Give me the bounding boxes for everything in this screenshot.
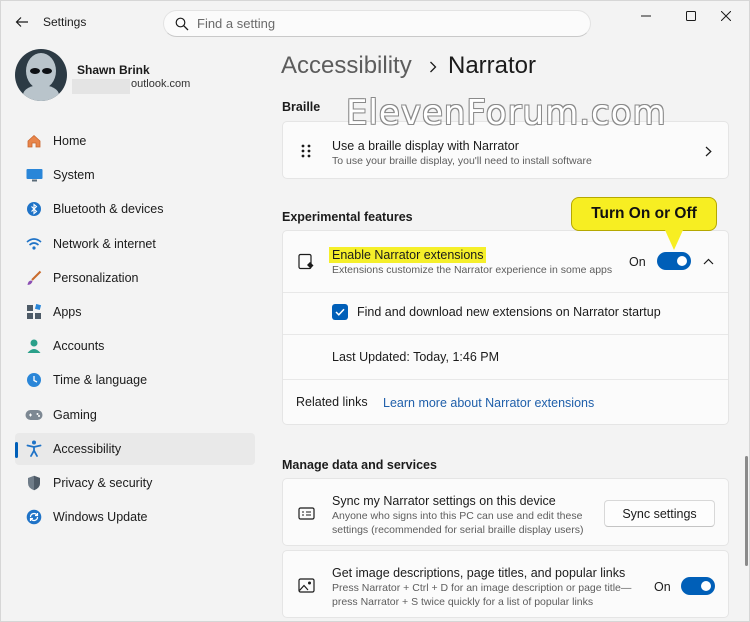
image-desc-toggle[interactable] (681, 577, 715, 595)
search-input[interactable] (197, 16, 577, 31)
braille-card[interactable]: Use a braille display with Narrator To u… (282, 121, 729, 179)
sidebar-item-personalization[interactable]: Personalization (15, 262, 255, 294)
scrollbar[interactable] (745, 456, 748, 566)
page-title: Narrator (448, 52, 537, 79)
braille-desc: To use your braille display, you'll need… (332, 155, 592, 167)
sidebar-item-label: Network & internet (53, 236, 156, 251)
braille-dots-icon (297, 142, 315, 160)
search-box[interactable] (163, 10, 591, 37)
sidebar-item-label: System (53, 168, 95, 183)
breadcrumb-parent[interactable]: Accessibility (281, 52, 412, 80)
alien-avatar-icon (15, 49, 67, 101)
sidebar-item-privacy-security[interactable]: Privacy & security (15, 467, 255, 499)
sidebar-item-label: Apps (53, 304, 82, 319)
chevron-right-icon (702, 145, 714, 157)
minimize-button[interactable] (623, 5, 669, 27)
chevron-up-icon[interactable] (702, 255, 714, 267)
sidebar-item-label: Accounts (53, 339, 105, 354)
braille-section-title: Braille (282, 100, 321, 114)
app-title: Settings (43, 15, 87, 29)
sidebar-item-label: Bluetooth & devices (53, 202, 164, 217)
sync-desc-line2: settings (recommended for serial braille… (332, 524, 584, 536)
sidebar-item-system[interactable]: System (15, 159, 255, 191)
search-icon (175, 17, 189, 31)
sync-title: Sync my Narrator settings on this device (332, 494, 556, 508)
sidebar-item-label: Personalization (53, 270, 139, 285)
profile-name: Shawn Brink (77, 63, 150, 77)
image-descriptions-card: Get image descriptions, page titles, and… (282, 550, 729, 618)
checkmark-icon (335, 308, 345, 316)
sidebar-item-accessibility[interactable]: Accessibility (15, 432, 255, 465)
clock-globe-icon (25, 371, 43, 389)
wifi-icon (25, 235, 43, 253)
experimental-section-title: Experimental features (282, 210, 413, 224)
close-button[interactable] (703, 5, 749, 27)
minimize-icon (641, 15, 651, 17)
sidebar-item-label: Time & language (53, 373, 148, 388)
image-desc-toggle-state: On (654, 580, 671, 594)
sidebar-item-accounts[interactable]: Accounts (15, 330, 255, 362)
sidebar-item-label: Gaming (53, 407, 97, 422)
divider (283, 379, 728, 380)
sidebar-item-label: Privacy & security (53, 475, 153, 490)
braille-title: Use a braille display with Narrator (332, 139, 519, 153)
sidebar-item-label: Accessibility (53, 441, 122, 456)
extensions-toggle-state: On (629, 255, 646, 269)
image-icon (297, 576, 315, 594)
back-button[interactable] (11, 11, 33, 33)
gamepad-icon (25, 406, 43, 424)
sidebar-nav: Home System Bluetooth & devices Network & i… (15, 125, 255, 535)
close-icon (721, 11, 731, 21)
narrator-extensions-learn-more-link[interactable]: Learn more about Narrator extensions (383, 396, 594, 410)
narrator-extensions-title: Enable Narrator extensions (329, 247, 487, 263)
breadcrumb-chevron-icon (426, 57, 440, 77)
update-icon (25, 508, 43, 526)
manage-section-title: Manage data and services (282, 458, 437, 472)
back-arrow-icon (15, 17, 28, 27)
avatar[interactable] (15, 49, 67, 101)
callout-label: Turn On or Off (571, 197, 717, 231)
image-desc-title: Get image descriptions, page titles, and… (332, 566, 626, 580)
callout-pointer (665, 230, 683, 250)
profile-email: outlook.com (131, 78, 191, 90)
sidebar-item-label: Windows Update (53, 510, 148, 525)
narrator-extensions-desc: Extensions customize the Narrator experi… (332, 264, 613, 276)
sidebar-item-home[interactable]: Home (15, 125, 255, 157)
related-links-label: Related links (296, 395, 368, 409)
sync-desc-line1: Anyone who signs into this PC can use an… (332, 510, 583, 522)
home-icon (25, 132, 43, 150)
sync-settings-button[interactable]: Sync settings (604, 500, 715, 527)
sync-settings-card: Sync my Narrator settings on this device… (282, 478, 729, 546)
settings-window: Settings Shawn Brink outlook.com HomeS (0, 0, 750, 622)
extensions-toggle[interactable] (657, 252, 691, 270)
divider (283, 334, 728, 335)
device-sync-icon (297, 504, 315, 522)
email-redaction (72, 79, 130, 94)
image-desc-line2: press Narrator + S twice quickly for a l… (332, 596, 594, 608)
apps-icon (25, 303, 43, 321)
sidebar-item-time-language[interactable]: Time & language (15, 364, 255, 396)
maximize-icon (686, 11, 696, 21)
bluetooth-icon (25, 200, 43, 218)
monitor-icon (25, 166, 43, 184)
person-icon (25, 337, 43, 355)
shield-icon (25, 474, 43, 492)
narrator-extension-icon (297, 252, 315, 270)
sidebar-item-network-internet[interactable]: Network & internet (15, 228, 255, 260)
divider (283, 292, 728, 293)
last-updated-text: Last Updated: Today, 1:46 PM (332, 350, 500, 364)
sidebar-item-apps[interactable]: Apps (15, 296, 255, 328)
image-desc-line1: Press Narrator + Ctrl + D for an image d… (332, 582, 632, 594)
title-bar: Settings (1, 1, 750, 43)
sidebar-item-label: Home (53, 134, 87, 148)
sidebar-item-windows-update[interactable]: Windows Update (15, 501, 255, 533)
narrator-extensions-card: Enable Narrator extensions Extensions cu… (282, 230, 729, 425)
brush-icon (25, 269, 43, 287)
accessibility-icon (25, 440, 43, 458)
download-extensions-label: Find and download new extensions on Narr… (357, 305, 661, 319)
sidebar-item-gaming[interactable]: Gaming (15, 399, 255, 431)
sidebar-item-bluetooth-devices[interactable]: Bluetooth & devices (15, 193, 255, 225)
download-extensions-checkbox[interactable] (332, 304, 348, 320)
